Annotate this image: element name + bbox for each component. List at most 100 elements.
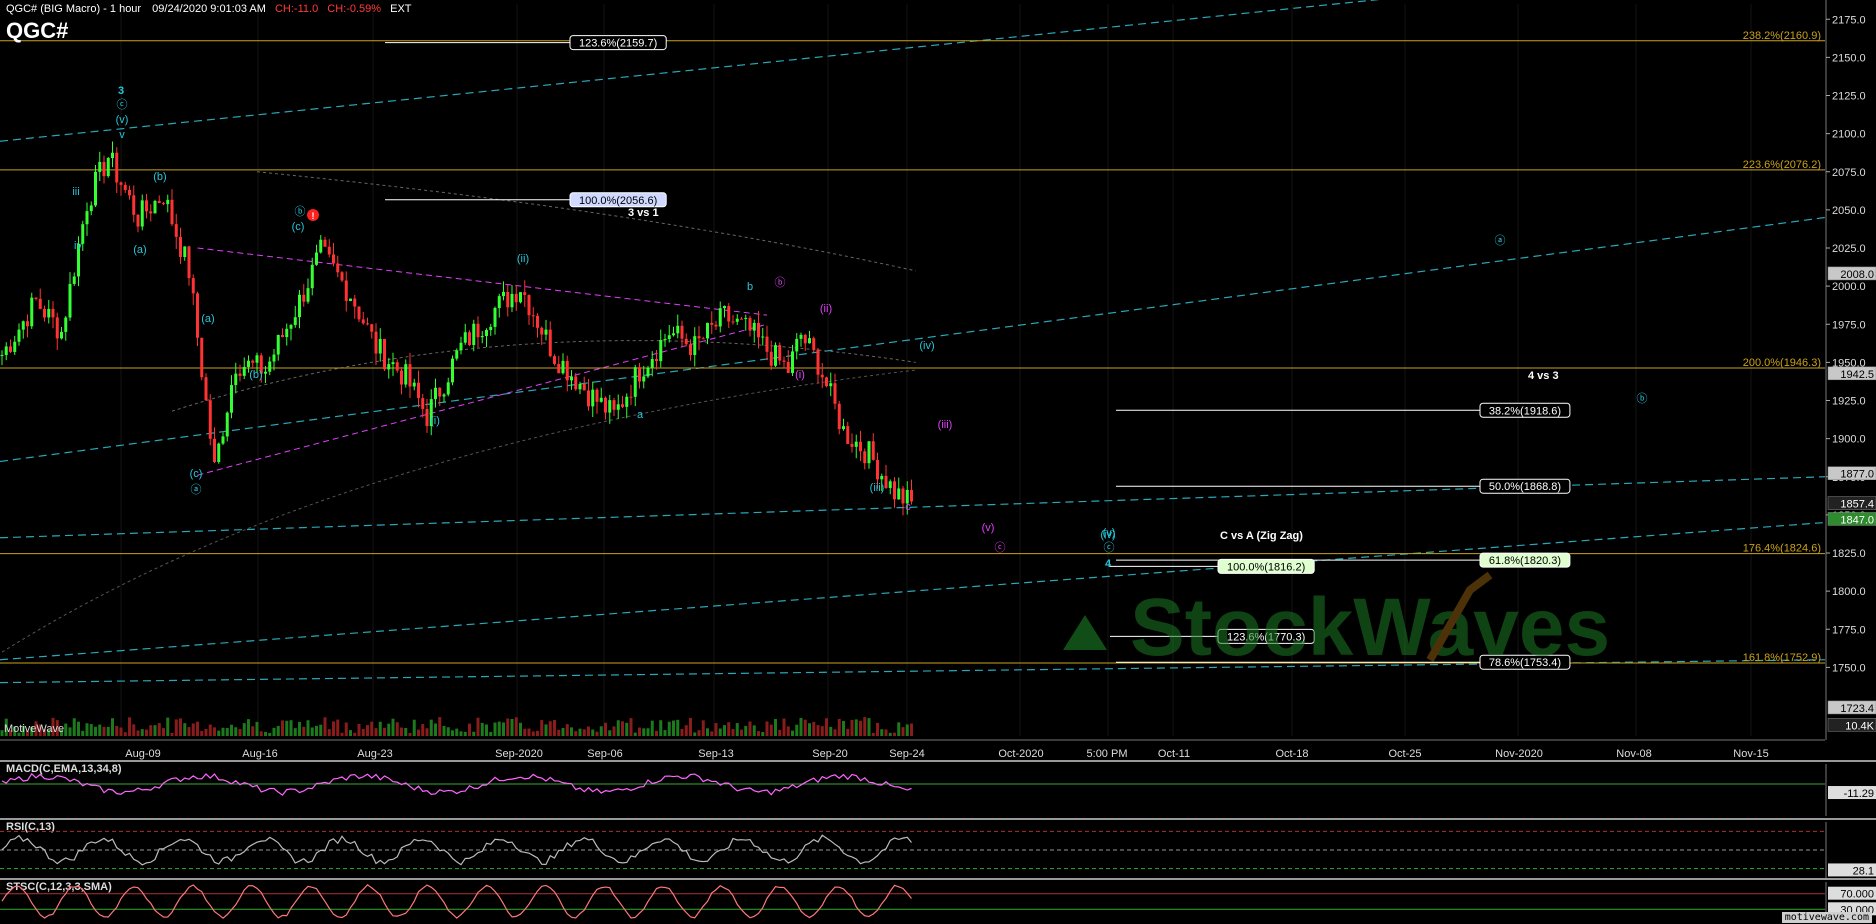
volume-bar xyxy=(782,718,786,736)
volume-bar xyxy=(102,726,106,736)
volume-bar xyxy=(476,717,480,736)
triangle-lower xyxy=(197,323,768,476)
volume-bar xyxy=(723,725,726,736)
volume-bar xyxy=(332,721,335,736)
price-tick-label: 1775.0 xyxy=(1832,624,1866,636)
volume-bar xyxy=(145,729,148,736)
candle-body xyxy=(145,200,148,212)
watermark: MotiveWave xyxy=(4,723,65,735)
panel-value-label: -11.29 xyxy=(1844,788,1874,800)
candle-body xyxy=(140,200,144,227)
candle-body xyxy=(387,364,391,370)
volume-bar xyxy=(884,729,888,736)
candle-body xyxy=(536,315,539,328)
volume-bar xyxy=(353,732,357,736)
volume-bar xyxy=(876,722,879,736)
fib-level-label: 200.0%(1946.3) xyxy=(1743,357,1821,369)
candle-body xyxy=(888,481,892,488)
price-chart[interactable]: 238.2%(2160.9) 223.6%(2076.2) 200.0%(1946.… xyxy=(0,0,1876,924)
candle-body xyxy=(179,236,182,257)
volume-bar xyxy=(595,731,599,736)
wave-label: ⓒ xyxy=(117,98,128,111)
credit: motivewave.com xyxy=(1781,912,1872,923)
candle-body xyxy=(633,367,637,397)
candle-body xyxy=(574,376,578,390)
volume-bar xyxy=(578,728,582,736)
wave-label: v xyxy=(119,129,125,141)
volume-bar xyxy=(400,727,403,736)
volume-bar xyxy=(64,723,68,736)
candle-body xyxy=(774,345,777,366)
volume-bar xyxy=(446,727,450,736)
candle-body xyxy=(293,317,297,326)
volume-bar xyxy=(731,729,735,736)
volume-bar xyxy=(493,722,497,736)
candle-body xyxy=(816,349,820,375)
candle-body xyxy=(34,297,38,299)
candle-body xyxy=(893,481,896,500)
volume-bar xyxy=(310,727,314,736)
candle-body xyxy=(404,364,408,385)
time-tick-label: Sep-24 xyxy=(889,748,924,760)
candle-body xyxy=(395,362,399,371)
candle-body xyxy=(837,403,841,430)
volume-bar xyxy=(829,726,833,736)
wave-label: (b) xyxy=(153,171,166,183)
price-tick-label: 1800.0 xyxy=(1832,586,1866,598)
candle-body xyxy=(514,293,518,303)
volume-bar xyxy=(357,723,361,736)
candle-body xyxy=(587,390,590,407)
candle-body xyxy=(230,385,233,413)
candle-body xyxy=(136,214,140,227)
candle-body xyxy=(21,321,25,330)
volume-bar xyxy=(404,728,408,736)
volume-bar xyxy=(846,728,850,736)
candle-body xyxy=(876,459,879,480)
candle-body xyxy=(315,252,318,265)
volume-bar xyxy=(489,731,493,736)
candle-body xyxy=(94,171,97,206)
candle-body xyxy=(655,359,658,362)
symbol-line: QGC# (BIG Macro) - 1 hour xyxy=(6,3,142,15)
volume-bar xyxy=(799,717,803,736)
candle-body xyxy=(510,293,514,308)
candle-body xyxy=(285,328,289,338)
candle-body xyxy=(361,319,365,324)
candle-body xyxy=(612,400,616,410)
volume-bar xyxy=(629,718,633,736)
candle-body xyxy=(157,200,161,204)
time-tick-label: Aug-09 xyxy=(125,748,160,760)
volume-bar xyxy=(718,728,722,736)
volume-bar xyxy=(366,725,369,736)
volume-bar xyxy=(910,723,913,736)
volume-bar xyxy=(825,718,828,736)
wave-labels: 3ⓒ(v)viiiiv(b)(a)ⓑ(c)(a)(b)(c)ⓐ(i)(ii)ba… xyxy=(72,85,1647,570)
candle-body xyxy=(332,254,335,264)
candle-body xyxy=(531,315,535,317)
volume-bar xyxy=(689,717,692,736)
volume-bar xyxy=(208,724,212,736)
volume-bar xyxy=(451,730,454,736)
candle-body xyxy=(51,308,55,318)
volume-bar xyxy=(230,724,233,736)
volume-bar xyxy=(680,728,684,736)
wave-label: c xyxy=(905,501,911,513)
candle-body xyxy=(196,293,199,338)
wave-label: ⓑ xyxy=(775,276,786,289)
candle-body xyxy=(247,360,250,367)
wave-label: ⓐ xyxy=(191,483,202,496)
volume-bar xyxy=(306,720,310,736)
candle-body xyxy=(353,298,357,307)
wave-label: 3 xyxy=(118,85,124,97)
candle-body xyxy=(217,443,221,463)
candle-body xyxy=(251,360,255,363)
volume-bar xyxy=(157,723,161,736)
logo-text: StockWaves xyxy=(1130,582,1610,673)
volume-bar xyxy=(170,732,174,736)
volume-bar xyxy=(833,729,837,736)
volume-bar xyxy=(871,732,875,736)
volume-bar xyxy=(238,728,242,736)
volume-bar xyxy=(106,726,110,736)
candle-body xyxy=(752,323,756,331)
volume-bar xyxy=(646,728,650,736)
